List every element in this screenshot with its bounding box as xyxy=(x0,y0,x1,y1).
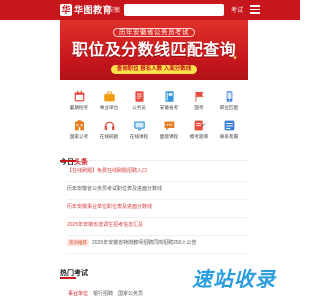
category-item[interactable]: 模考题库 xyxy=(184,119,214,140)
document-icon xyxy=(134,91,144,102)
news-item[interactable]: 历年安徽事业单位职位表及进面分数线 xyxy=(67,200,247,218)
headset-icon xyxy=(104,121,114,130)
news-item[interactable]: 【在线刷题】免费在线刷题招聘入口 xyxy=(67,164,247,182)
watermark-text: 速站收录 xyxy=(192,269,276,291)
category-label: 国考 xyxy=(194,105,204,110)
category-item[interactable]: 联系客服 xyxy=(214,119,244,140)
building-icon xyxy=(73,119,85,131)
tv-icon xyxy=(133,121,145,131)
logo-text: 华图教育 xyxy=(74,5,113,15)
category-item[interactable]: 公务员 xyxy=(124,90,154,111)
category-row: 国家公考 在线刷题 在线课程 面授课程 模考题库 联系客服 xyxy=(64,119,244,140)
category-item[interactable]: 安徽省考 xyxy=(154,90,184,111)
category-item[interactable]: 职位匹配 xyxy=(214,90,244,111)
category-item[interactable]: 在线课程 xyxy=(124,119,154,140)
category-item[interactable]: 在线刷题 xyxy=(94,119,124,140)
exam-dropdown[interactable]: 考试 xyxy=(231,5,243,14)
category-label: 公务员 xyxy=(132,105,146,110)
search-input[interactable] xyxy=(124,4,224,16)
category-label: 在线刷题 xyxy=(99,134,119,139)
top-bar: 华 华图教育 安徽 考试 xyxy=(0,0,300,20)
site-logo[interactable]: 华 华图教育 xyxy=(60,3,112,16)
hot-exams-links: 事业单位 银行招聘 国家公务员 xyxy=(68,290,148,297)
news-item[interactable]: 2025年安徽省选调生招考信息汇总 xyxy=(67,218,247,236)
category-label: 国家公考 xyxy=(69,134,89,139)
phone-icon xyxy=(226,91,232,102)
category-item[interactable]: 国考 xyxy=(184,90,214,111)
banner-subtitle: 历年安徽省公务员考试 xyxy=(60,26,248,37)
category-grid: 暑期招考 事业单位 公务员 安徽省考 国考 职位匹配 国家公考 在线刷题 在线课… xyxy=(64,90,244,148)
category-label: 面授课程 xyxy=(159,134,179,139)
news-header: 今日头条 xyxy=(60,151,248,166)
category-label: 职位匹配 xyxy=(219,105,239,110)
promo-banner[interactable]: ✦ ✦ 历年安徽省公务员考试 职位及分数线匹配查询 查询职位 报名人数 入面分数… xyxy=(60,20,248,80)
banner-title: 职位及分数线匹配查询 xyxy=(71,42,236,59)
news-item-text: 历年安徽省公务员考试职位表及进面分数线 xyxy=(67,186,163,192)
archive-icon xyxy=(224,120,234,131)
news-underline xyxy=(60,160,76,162)
news-item-text: 【在线刷题】免费在线刷题招聘入口 xyxy=(67,168,148,174)
flag-icon xyxy=(194,91,204,102)
news-badge: 资讯推荐 xyxy=(67,239,89,246)
calendar-icon xyxy=(74,90,84,102)
briefcase-icon xyxy=(103,91,115,102)
book-icon xyxy=(164,91,174,102)
news-item[interactable]: 历年安徽省公务员考试职位表及进面分数线 xyxy=(67,182,247,200)
category-label: 联系客服 xyxy=(219,134,239,139)
news-item[interactable]: 资讯推荐 2025年安徽省特岗教师招聘同岗招聘250人公告 xyxy=(67,236,247,254)
category-item[interactable]: 面授课程 xyxy=(154,119,184,140)
news-item-text: 2025年安徽省选调生招考信息汇总 xyxy=(67,222,144,228)
news-item-text: 2025年安徽省特岗教师招聘同岗招聘250人公告 xyxy=(92,240,197,246)
hot-exam-link[interactable]: 国家公务员 xyxy=(118,291,143,297)
category-label: 事业单位 xyxy=(99,105,119,110)
chat-icon xyxy=(164,121,174,131)
logo-mark: 华 xyxy=(60,3,72,16)
category-item[interactable]: 事业单位 xyxy=(94,90,124,111)
location-selector[interactable]: 安徽 xyxy=(108,5,120,14)
hot-exam-link[interactable]: 事业单位 xyxy=(68,291,88,297)
category-label: 安徽省考 xyxy=(159,105,179,110)
category-row: 暑期招考 事业单位 公务员 安徽省考 国考 职位匹配 xyxy=(64,90,244,111)
category-label: 在线课程 xyxy=(129,134,149,139)
pen-icon xyxy=(194,120,205,131)
hot-exam-link[interactable]: 银行招聘 xyxy=(93,291,113,297)
news-list: 【在线刷题】免费在线刷题招聘入口历年安徽省公务员考试职位表及进面分数线 历年安徽事… xyxy=(67,164,247,254)
news-item-text: 历年安徽事业单位职位表及进面分数线 xyxy=(67,204,153,210)
category-item[interactable]: 暑期招考 xyxy=(64,90,94,111)
banner-pill: 查询职位 报名人数 入面分数线 xyxy=(111,65,197,74)
category-label: 暑期招考 xyxy=(69,105,89,110)
hot-underline xyxy=(60,277,76,279)
watermark: 速站收录 xyxy=(192,263,298,293)
category-item[interactable]: 国家公考 xyxy=(64,119,94,140)
category-label: 模考题库 xyxy=(189,134,209,139)
menu-icon[interactable] xyxy=(250,5,260,15)
